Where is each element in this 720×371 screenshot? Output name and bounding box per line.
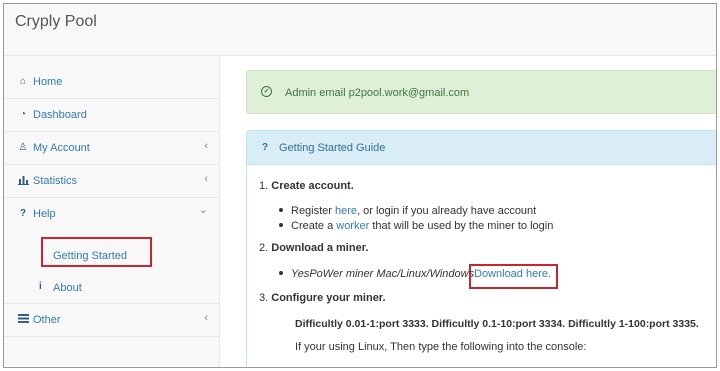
highlight-box-download <box>469 264 558 289</box>
sidebar-item-statistics[interactable]: Statistics ‹ <box>4 165 220 198</box>
step-number: 1. <box>259 180 269 192</box>
highlight-box-getting-started <box>41 237 152 267</box>
sidebar-item-home[interactable]: ⌂ Home <box>4 66 220 99</box>
chevron-left-icon: ‹ <box>204 173 208 185</box>
step-title: Configure your miner. <box>271 292 386 304</box>
step-1: 1. Create account. <box>259 180 354 192</box>
other-icon <box>17 314 29 326</box>
sidebar: ⌂ Home ◔ Dashboard ♙ My Account ‹ Statis… <box>4 56 220 367</box>
admin-email-alert: ✓ Admin email p2pool.work@gmail.com <box>246 70 716 114</box>
sidebar-item-label: Home <box>33 76 63 88</box>
check-circle-icon: ✓ <box>261 86 272 97</box>
home-icon: ⌂ <box>19 76 27 87</box>
list-item: Register here, or login if you already h… <box>279 205 536 217</box>
browser-frame: Cryply Pool ⌂ Home ◔ Dashboard ♙ My Acco… <box>3 3 717 368</box>
top-navbar: Cryply Pool <box>4 4 716 56</box>
difficulty-ports: Difficultly 0.01-1:port 3333. Difficultl… <box>295 318 699 330</box>
chevron-down-icon: ⌄ <box>198 204 208 216</box>
step-number: 2. <box>259 242 269 254</box>
linux-note: If your using Linux, Then type the follo… <box>295 341 587 353</box>
dashboard-icon: ◔ <box>19 109 27 120</box>
brand-title[interactable]: Cryply Pool <box>15 13 97 31</box>
chevron-left-icon: ‹ <box>204 140 208 152</box>
sidebar-item-label: Dashboard <box>33 109 87 121</box>
step-3: 3. Configure your miner. <box>259 292 386 304</box>
panel-heading: ? Getting Started Guide <box>247 131 716 165</box>
step-title: Download a miner. <box>271 242 369 254</box>
alert-message: Admin email p2pool.work@gmail.com <box>285 87 470 99</box>
list-item: Create a worker that will be used by the… <box>279 220 553 232</box>
info-icon: i <box>39 281 42 292</box>
sidebar-item-help[interactable]: ? Help ⌄ <box>4 198 220 231</box>
sidebar-item-my-account[interactable]: ♙ My Account ‹ <box>4 132 220 165</box>
step-2: 2. Download a miner. <box>259 242 368 254</box>
sidebar-item-label: Other <box>33 314 61 326</box>
register-link[interactable]: here <box>335 205 357 217</box>
help-icon: ? <box>19 208 27 219</box>
sidebar-subitem-about[interactable]: About <box>53 282 82 294</box>
statistics-icon <box>17 175 29 187</box>
step-title: Create account. <box>271 180 354 192</box>
chevron-left-icon: ‹ <box>204 312 208 324</box>
account-icon: ♙ <box>18 142 28 153</box>
miner-name: YesPoWer miner Mac/Linux/Windows <box>291 268 475 280</box>
sidebar-item-label: Statistics <box>33 175 78 187</box>
list-item: YesPoWer miner Mac/Linux/Windows <box>279 268 474 280</box>
worker-link[interactable]: worker <box>336 220 369 232</box>
sidebar-item-other[interactable]: Other ‹ <box>4 304 220 337</box>
sidebar-item-dashboard[interactable]: ◔ Dashboard <box>4 99 220 132</box>
panel-title: Getting Started Guide <box>279 142 386 154</box>
sidebar-item-label: My Account <box>33 142 90 154</box>
sidebar-item-label: Help <box>33 208 56 220</box>
step-number: 3. <box>259 292 269 304</box>
question-icon: ? <box>262 142 269 153</box>
